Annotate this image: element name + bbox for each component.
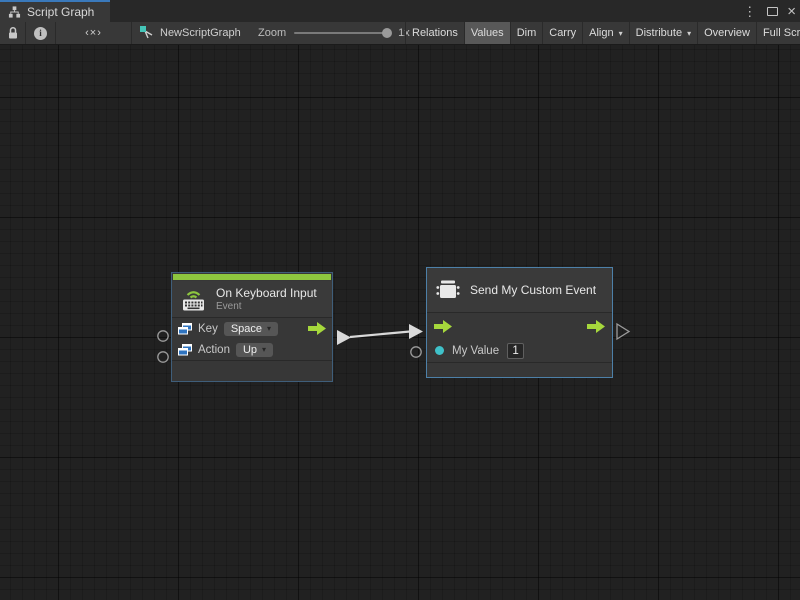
zoom-slider[interactable] <box>294 32 390 34</box>
chevron-down-icon: ▾ <box>267 324 271 333</box>
node-header[interactable]: Send My Custom Event <box>427 268 612 313</box>
node-footer <box>427 362 612 377</box>
node-footer <box>172 360 332 381</box>
flow-ports-row <box>427 313 612 339</box>
tab-label: Script Graph <box>27 5 94 19</box>
key-dropdown[interactable]: Space ▾ <box>224 322 278 336</box>
port-row-action: Action Up ▾ <box>172 339 332 360</box>
close-icon[interactable]: × <box>787 4 796 19</box>
port-action-input <box>158 352 168 362</box>
node-header[interactable]: On Keyboard Input Event <box>172 281 332 318</box>
tab-script-graph[interactable]: Script Graph <box>0 0 110 22</box>
variable-icon <box>178 323 192 335</box>
port-key-input <box>158 331 168 341</box>
node-on-keyboard-input[interactable]: On Keyboard Input Event Key Space ▾ <box>171 272 333 382</box>
lock-button[interactable] <box>0 22 26 44</box>
port-label-my-value: My Value <box>452 345 499 357</box>
info-button[interactable]: i <box>26 22 56 44</box>
values-button[interactable]: Values <box>465 22 511 44</box>
code-icon: ‹×› <box>85 27 102 39</box>
align-dropdown-button[interactable]: Align▾ <box>583 22 629 44</box>
custom-event-icon <box>435 277 461 303</box>
code-preview-button[interactable]: ‹×› <box>56 22 132 44</box>
connection-layer <box>0 45 800 600</box>
graph-canvas[interactable]: On Keyboard Input Event Key Space ▾ <box>0 45 800 600</box>
zoom-control: Zoom 1x <box>258 22 410 44</box>
keyboard-event-icon <box>180 288 207 311</box>
zoom-label: Zoom <box>258 27 286 39</box>
relations-button[interactable]: Relations <box>406 22 465 44</box>
maximize-icon[interactable] <box>767 7 778 16</box>
port-my-value-input <box>411 347 421 357</box>
node-title: On Keyboard Input <box>216 286 317 300</box>
graph-asset-icon <box>140 26 154 40</box>
graph-name: NewScriptGraph <box>160 27 241 39</box>
node-send-my-custom-event[interactable]: Send My Custom Event My Value 1 <box>426 267 613 378</box>
my-value-input[interactable]: 1 <box>507 343 524 359</box>
node-title: Send My Custom Event <box>470 283 596 297</box>
port-flow-output <box>617 324 629 339</box>
graph-toolbar: i ‹×› NewScriptGraph Zoom 1x Relations V… <box>0 22 800 45</box>
value-port-icon[interactable] <box>435 346 444 355</box>
overview-button[interactable]: Overview <box>698 22 757 44</box>
title-bar: Script Graph ⋮ × <box>0 0 800 22</box>
wire-on-keyboard-to-send-event <box>337 324 423 345</box>
flow-output-arrow-icon[interactable] <box>308 322 326 335</box>
dim-button[interactable]: Dim <box>511 22 544 44</box>
graph-reference[interactable]: NewScriptGraph <box>140 22 241 44</box>
chevron-down-icon: ▾ <box>619 29 623 38</box>
variable-icon <box>178 344 192 356</box>
action-dropdown[interactable]: Up ▾ <box>236 343 273 357</box>
port-row-key: Key Space ▾ <box>172 318 332 339</box>
flow-input-arrow-icon[interactable] <box>434 320 452 333</box>
event-indicator-bar <box>173 274 331 280</box>
hierarchy-icon <box>8 6 21 18</box>
window-menu-icon[interactable]: ⋮ <box>741 5 758 18</box>
value-port-row: My Value 1 <box>427 339 612 362</box>
node-subtitle: Event <box>216 301 317 312</box>
full-screen-button[interactable]: Full Screen <box>757 22 800 44</box>
toolbar-buttons: Relations Values Dim Carry Align▾ Distri… <box>405 22 800 44</box>
chevron-down-icon: ▾ <box>262 345 266 354</box>
port-label-action: Action <box>198 344 230 356</box>
chevron-down-icon: ▾ <box>687 29 691 38</box>
info-icon: i <box>34 27 47 40</box>
carry-button[interactable]: Carry <box>543 22 583 44</box>
distribute-dropdown-button[interactable]: Distribute▾ <box>630 22 698 44</box>
flow-output-arrow-icon[interactable] <box>587 320 605 333</box>
lock-icon <box>7 26 19 40</box>
zoom-slider-handle[interactable] <box>382 28 392 38</box>
port-label-key: Key <box>198 323 218 335</box>
